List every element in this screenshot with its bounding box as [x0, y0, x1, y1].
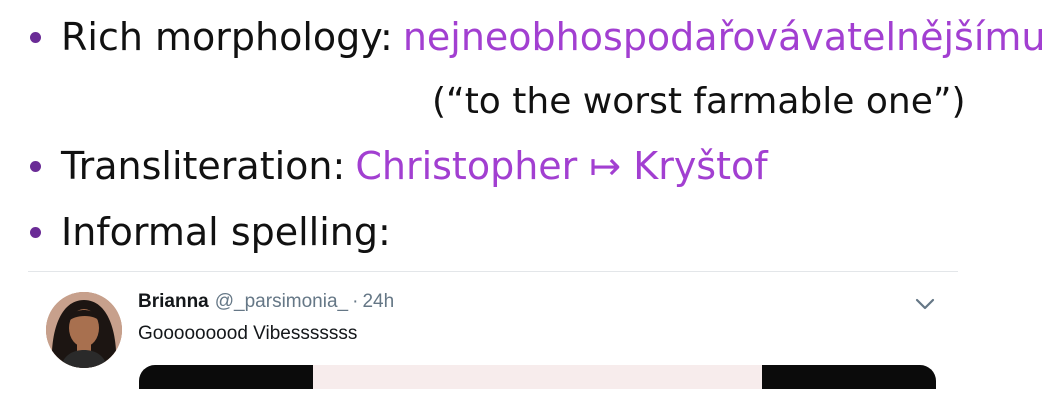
author-handle[interactable]: @_parsimonia_ [215, 291, 348, 312]
bullet-dot [30, 160, 41, 172]
bullet-informal-spelling: Informal spelling: [30, 209, 391, 255]
tweet-text: Gooooooood Vibesssssss [138, 323, 358, 344]
bullet-dot [30, 226, 41, 238]
media-image [313, 365, 762, 389]
chevron-down-icon[interactable] [914, 296, 936, 312]
bullet-label: Transliteration: [61, 144, 346, 188]
morphology-example: nejneobhospodařovávatelnějšímu [402, 15, 1042, 59]
bullet-label: Rich morphology: [61, 15, 393, 59]
bullet-dot [30, 31, 41, 43]
tweet-media[interactable] [139, 365, 936, 389]
tweet-card[interactable]: Brianna @_parsimonia_ · 24h Gooooooood Vibe… [0, 272, 1042, 416]
header-separator: · [352, 291, 359, 312]
slide: Rich morphology: nejneobhospodařovávatel… [0, 0, 1042, 416]
media-right-band [762, 365, 936, 389]
transliteration-example: Christopher ↦ Kryštof [355, 144, 768, 188]
bullet-transliteration: Transliteration: Christopher ↦ Kryštof [30, 143, 768, 189]
media-left-band [139, 365, 313, 389]
bullet-rich-morphology: Rich morphology: nejneobhospodařovávatel… [30, 14, 1042, 60]
author-name[interactable]: Brianna [138, 291, 209, 312]
user-avatar[interactable] [46, 292, 122, 368]
avatar-icon [46, 292, 122, 368]
tweet-header: Brianna @_parsimonia_ · 24h [138, 290, 394, 314]
tweet-timestamp[interactable]: 24h [362, 291, 394, 312]
morphology-gloss: (“to the worst farmable one”) [432, 81, 966, 122]
bullet-label: Informal spelling: [61, 210, 391, 254]
